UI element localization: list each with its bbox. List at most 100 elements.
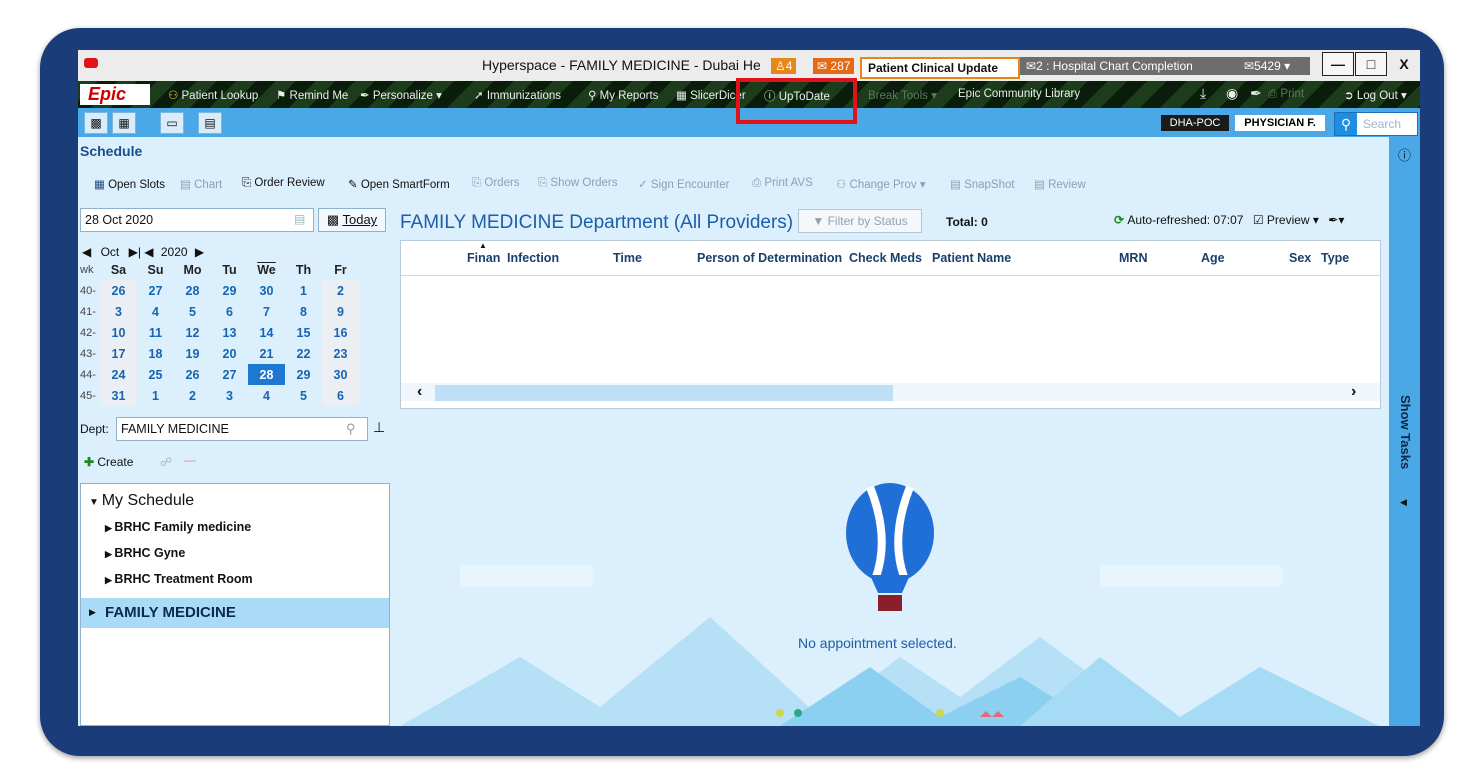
column-header[interactable]: Type (1321, 251, 1349, 265)
my-reports-button[interactable]: ⚲ My Reports (588, 88, 658, 102)
column-header[interactable]: Finan (467, 251, 500, 265)
horizontal-scrollbar[interactable]: ‹ › (401, 383, 1380, 401)
calendar-day[interactable]: 26 (174, 364, 211, 385)
calendar-day[interactable]: 6 (211, 301, 248, 322)
scroll-right-icon[interactable]: › (1351, 383, 1356, 401)
monitor-icon[interactable]: ▤ (198, 112, 222, 134)
calendar-day[interactable]: 2 (322, 280, 359, 301)
today-button[interactable]: ▩ Today (318, 208, 386, 232)
calendar-day[interactable]: 3 (211, 385, 248, 406)
column-header[interactable]: Time (613, 251, 642, 265)
calendar-day[interactable]: 9 (322, 301, 359, 322)
break-tools-button[interactable]: Break Tools ▾ (868, 88, 937, 102)
remove-icon[interactable]: — (184, 453, 196, 467)
inbox-icon[interactable]: ▭ (160, 112, 184, 134)
column-header[interactable]: Age (1201, 251, 1225, 265)
wrench-icon[interactable]: ✒▾ (1328, 213, 1344, 227)
next-month-icon[interactable]: ▶| (129, 245, 141, 259)
calendar-day[interactable]: 16 (322, 322, 359, 343)
calendar-day[interactable]: 3 (100, 301, 137, 322)
inbox-counter[interactable]: ✉5429 ▾ (1238, 57, 1310, 75)
calendar-day[interactable]: 27 (137, 280, 174, 301)
maximize-button[interactable]: □ (1355, 52, 1387, 76)
remind-me-button[interactable]: ⚑ Remind Me (276, 88, 348, 102)
chart-button[interactable]: ▤ Chart (180, 177, 222, 191)
calendar-day[interactable]: 12 (174, 322, 211, 343)
calendar-day[interactable]: 5 (174, 301, 211, 322)
preview-checkbox[interactable]: ☑ (1253, 213, 1267, 227)
patient-lookup-button[interactable]: ⚇ Patient Lookup (168, 88, 258, 102)
show-orders-button[interactable]: ⎘ Show Orders (538, 177, 618, 190)
calendar-day[interactable]: 20 (211, 343, 248, 364)
order-review-button[interactable]: ⎘ Order Review (242, 177, 325, 190)
calendar-day[interactable]: 18 (137, 343, 174, 364)
calendar-day[interactable]: 4 (137, 301, 174, 322)
column-header[interactable]: MRN (1119, 251, 1147, 265)
calendar-day[interactable]: 11 (137, 322, 174, 343)
prev-month-icon[interactable]: ◀ (82, 245, 91, 259)
globe-icon[interactable]: ◉ (1226, 85, 1238, 102)
grid-view-icon[interactable]: ▦ (112, 112, 136, 134)
user-name[interactable]: PHYSICIAN F. (1235, 115, 1325, 131)
date-picker-icon[interactable]: ▤ (294, 212, 305, 226)
refresh-icon[interactable]: ⟳ (1114, 213, 1127, 227)
column-header[interactable]: Sex (1289, 251, 1311, 265)
column-header[interactable]: Infection (507, 251, 559, 265)
calendar-day[interactable]: 5 (285, 385, 322, 406)
calendar-day[interactable]: 10 (100, 322, 137, 343)
pin-icon[interactable]: ⊥ (373, 419, 385, 436)
scrollbar-thumb[interactable] (435, 385, 893, 401)
calendar-day[interactable]: 4 (248, 385, 285, 406)
collapse-arrow-icon[interactable]: ◀ (1400, 497, 1407, 508)
minimize-button[interactable]: — (1322, 52, 1354, 76)
review-button[interactable]: ▤ Review (1034, 177, 1086, 191)
print-avs-button[interactable]: ⎙ Print AVS (752, 177, 813, 190)
date-field[interactable]: 28 Oct 2020 (80, 208, 314, 232)
link-icon[interactable]: ☍ (160, 455, 172, 469)
open-slots-button[interactable]: ▦ Open Slots (94, 177, 165, 191)
calendar-day[interactable]: 14 (248, 322, 285, 343)
preview-label[interactable]: Preview (1267, 213, 1310, 227)
calendar-day[interactable]: 8 (285, 301, 322, 322)
immunizations-button[interactable]: ➚ Immunizations (474, 88, 561, 102)
help-icon[interactable]: ⓘ (1398, 145, 1411, 164)
calendar-day[interactable]: 29 (285, 364, 322, 385)
calendar-day-selected[interactable]: 28 (248, 364, 285, 385)
epic-menu-button[interactable]: Epic (80, 84, 150, 105)
calendar-day[interactable]: 29 (211, 280, 248, 301)
log-out-button[interactable]: ➲ Log Out ▾ (1344, 88, 1407, 102)
calendar-day[interactable]: 6 (322, 385, 359, 406)
next-year-icon[interactable]: ▶ (195, 245, 204, 259)
calendar-day[interactable]: 21 (248, 343, 285, 364)
snapshot-button[interactable]: ▤ SnapShot (950, 177, 1015, 191)
change-provider-button[interactable]: ⚇ Change Prov ▾ (836, 177, 926, 191)
chart-completion-message[interactable]: ✉2 : Hospital Chart Completion (1020, 57, 1246, 75)
personalize-button[interactable]: ✒ Personalize ▾ (360, 88, 442, 102)
calendar-day[interactable]: 1 (137, 385, 174, 406)
tree-item-selected[interactable]: ▶ FAMILY MEDICINE (81, 598, 389, 628)
filter-by-status-button[interactable]: ▼ Filter by Status (798, 209, 922, 233)
close-button[interactable]: X (1388, 52, 1420, 76)
calendar-day[interactable]: 22 (285, 343, 322, 364)
calendar-day[interactable]: 25 (137, 364, 174, 385)
tree-root-my-schedule[interactable]: ▼ My Schedule (89, 492, 194, 510)
dept-search-icon[interactable]: ⚲ (346, 421, 356, 437)
calendar-day[interactable]: 19 (174, 343, 211, 364)
calendar-day[interactable]: 1 (285, 280, 322, 301)
calendar-day[interactable]: 30 (322, 364, 359, 385)
schedule-calendar-icon[interactable]: ▩ (84, 112, 108, 134)
patient-clinical-update[interactable]: Patient Clinical Update (860, 57, 1020, 79)
calendar-day[interactable]: 31 (100, 385, 137, 406)
download-icon[interactable]: ⤓ (1200, 85, 1206, 102)
tree-item[interactable]: ▶ BRHC Gyne (105, 546, 185, 560)
calendar-day[interactable]: 26 (100, 280, 137, 301)
wrench-icon[interactable]: ✒ (1250, 85, 1262, 102)
column-header[interactable]: Person of Determination (697, 251, 842, 265)
calendar-day[interactable]: 17 (100, 343, 137, 364)
sign-encounter-button[interactable]: ✓ Sign Encounter (638, 177, 729, 191)
calendar-day[interactable]: 30 (248, 280, 285, 301)
show-tasks-tab[interactable]: Show Tasks (1398, 395, 1413, 469)
tree-item[interactable]: ▶ BRHC Treatment Room (105, 572, 253, 586)
calendar-day[interactable]: 28 (174, 280, 211, 301)
tree-item[interactable]: ▶ BRHC Family medicine (105, 520, 251, 534)
